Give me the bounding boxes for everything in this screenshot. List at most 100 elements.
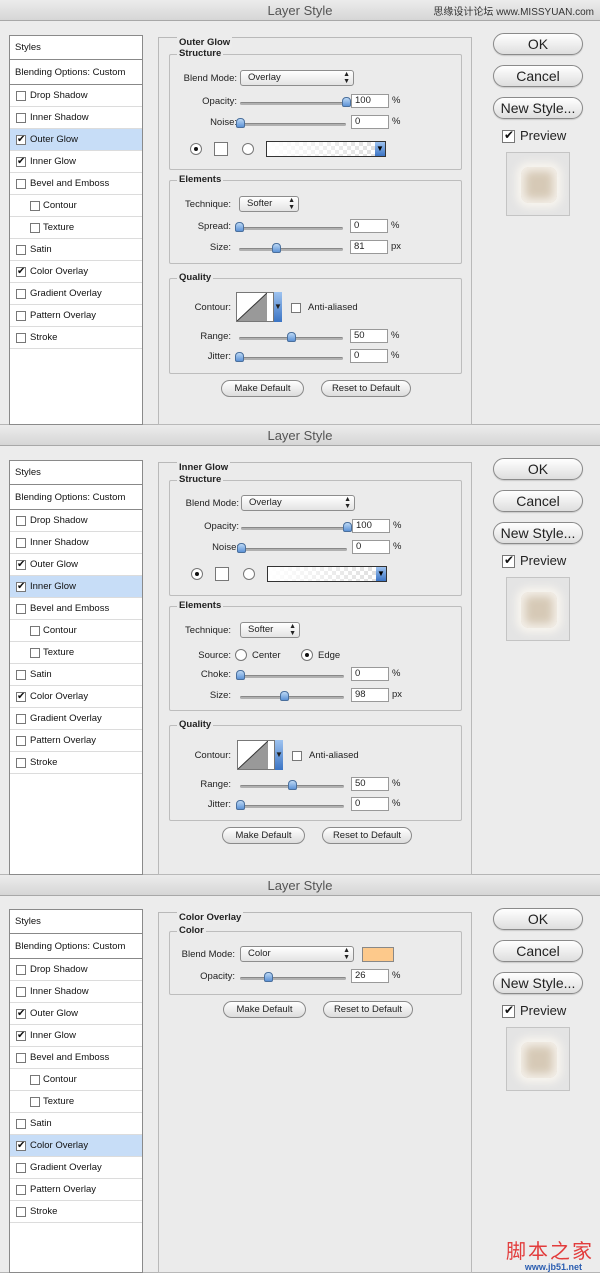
new-style-button[interactable]: New Style... bbox=[493, 972, 583, 994]
source-edge-radio[interactable] bbox=[301, 649, 313, 661]
blend-mode-select[interactable]: Overlay ▲ ▼ bbox=[240, 70, 354, 86]
choke-slider[interactable] bbox=[236, 670, 344, 680]
make-default-button[interactable]: Make Default bbox=[223, 1001, 306, 1018]
slider-knob[interactable] bbox=[236, 670, 245, 680]
sidebar-item-satin[interactable]: Satin bbox=[10, 664, 142, 686]
checkbox-icon[interactable] bbox=[30, 1075, 40, 1085]
source-center-radio[interactable] bbox=[235, 649, 247, 661]
size-slider[interactable] bbox=[240, 691, 344, 701]
slider-knob[interactable] bbox=[235, 222, 244, 232]
solid-color-radio[interactable] bbox=[191, 568, 203, 580]
checkbox-icon[interactable] bbox=[30, 201, 40, 211]
sidebar-blending-options[interactable]: Blending Options: Custom bbox=[10, 60, 142, 85]
opacity-input[interactable]: 100 bbox=[351, 94, 389, 108]
sidebar-item-contour[interactable]: Contour bbox=[10, 620, 142, 642]
checkbox-checked-icon[interactable] bbox=[16, 1009, 26, 1019]
slider-knob[interactable] bbox=[235, 352, 244, 362]
ok-button[interactable]: OK bbox=[493, 33, 583, 55]
cancel-button[interactable]: Cancel bbox=[493, 65, 583, 87]
sidebar-styles-header[interactable]: Styles bbox=[10, 910, 142, 934]
reset-to-default-button[interactable]: Reset to Default bbox=[321, 380, 411, 397]
sidebar-styles-header[interactable]: Styles bbox=[10, 36, 142, 60]
slider-knob[interactable] bbox=[342, 97, 351, 107]
sidebar-item-bevel-emboss[interactable]: Bevel and Emboss bbox=[10, 173, 142, 195]
opacity-slider[interactable] bbox=[240, 972, 346, 982]
sidebar-item-bevel-emboss[interactable]: Bevel and Emboss bbox=[10, 598, 142, 620]
range-input[interactable]: 50 bbox=[350, 329, 388, 343]
jitter-slider[interactable] bbox=[235, 352, 343, 362]
range-input[interactable]: 50 bbox=[351, 777, 389, 791]
sidebar-item-stroke[interactable]: Stroke bbox=[10, 752, 142, 774]
sidebar-item-texture[interactable]: Texture bbox=[10, 1091, 142, 1113]
size-input[interactable]: 81 bbox=[350, 240, 388, 254]
checkbox-checked-icon[interactable] bbox=[16, 157, 26, 167]
sidebar-item-texture[interactable]: Texture bbox=[10, 642, 142, 664]
opacity-slider[interactable] bbox=[240, 97, 351, 107]
contour-curve-icon[interactable] bbox=[237, 740, 275, 770]
sidebar-item-inner-glow[interactable]: Inner Glow bbox=[10, 1025, 142, 1047]
checkbox-icon[interactable] bbox=[16, 965, 26, 975]
sidebar-item-contour[interactable]: Contour bbox=[10, 1069, 142, 1091]
reset-to-default-button[interactable]: Reset to Default bbox=[322, 827, 412, 844]
checkbox-icon[interactable] bbox=[16, 736, 26, 746]
sidebar-item-pattern-overlay[interactable]: Pattern Overlay bbox=[10, 305, 142, 327]
checkbox-icon[interactable] bbox=[30, 223, 40, 233]
checkbox-icon[interactable] bbox=[16, 1119, 26, 1129]
dropdown-arrow-icon[interactable]: ▼ bbox=[375, 142, 385, 156]
ok-button[interactable]: OK bbox=[493, 908, 583, 930]
sidebar-blending-options[interactable]: Blending Options: Custom bbox=[10, 485, 142, 510]
sidebar-item-stroke[interactable]: Stroke bbox=[10, 327, 142, 349]
checkbox-icon[interactable] bbox=[16, 245, 26, 255]
checkbox-icon[interactable] bbox=[16, 1163, 26, 1173]
noise-slider[interactable] bbox=[237, 543, 347, 553]
overlay-color-swatch[interactable] bbox=[362, 947, 394, 962]
sidebar-item-satin[interactable]: Satin bbox=[10, 239, 142, 261]
slider-knob[interactable] bbox=[343, 522, 352, 532]
sidebar-item-color-overlay[interactable]: Color Overlay bbox=[10, 261, 142, 283]
blend-mode-select[interactable]: Overlay ▲ ▼ bbox=[241, 495, 355, 511]
noise-slider[interactable] bbox=[236, 118, 346, 128]
slider-knob[interactable] bbox=[279, 691, 289, 701]
checkbox-icon[interactable] bbox=[16, 113, 26, 123]
slider-knob[interactable] bbox=[237, 543, 246, 553]
slider-knob[interactable] bbox=[272, 243, 282, 253]
sidebar-item-outer-glow[interactable]: Outer Glow bbox=[10, 1003, 142, 1025]
checkbox-icon[interactable] bbox=[16, 289, 26, 299]
reset-to-default-button[interactable]: Reset to Default bbox=[323, 1001, 413, 1018]
sidebar-item-color-overlay[interactable]: Color Overlay bbox=[10, 686, 142, 708]
sidebar-item-gradient-overlay[interactable]: Gradient Overlay bbox=[10, 283, 142, 305]
checkbox-icon[interactable] bbox=[16, 333, 26, 343]
sidebar-item-inner-shadow[interactable]: Inner Shadow bbox=[10, 981, 142, 1003]
sidebar-item-inner-glow[interactable]: Inner Glow bbox=[10, 151, 142, 173]
sidebar-item-outer-glow[interactable]: Outer Glow bbox=[10, 129, 142, 151]
sidebar-item-inner-shadow[interactable]: Inner Shadow bbox=[10, 107, 142, 129]
sidebar-item-satin[interactable]: Satin bbox=[10, 1113, 142, 1135]
blend-mode-select[interactable]: Color ▲ ▼ bbox=[240, 946, 354, 962]
new-style-button[interactable]: New Style... bbox=[493, 97, 583, 119]
slider-knob[interactable] bbox=[287, 332, 296, 342]
sidebar-item-pattern-overlay[interactable]: Pattern Overlay bbox=[10, 730, 142, 752]
checkbox-checked-icon[interactable] bbox=[16, 560, 26, 570]
anti-aliased-checkbox[interactable] bbox=[292, 751, 302, 761]
checkbox-icon[interactable] bbox=[16, 670, 26, 680]
slider-knob[interactable] bbox=[236, 118, 245, 128]
glow-gradient-picker[interactable]: ▼ bbox=[266, 141, 386, 157]
sidebar-item-stroke[interactable]: Stroke bbox=[10, 1201, 142, 1223]
checkbox-icon[interactable] bbox=[30, 648, 40, 658]
sidebar-item-bevel-emboss[interactable]: Bevel and Emboss bbox=[10, 1047, 142, 1069]
size-input[interactable]: 98 bbox=[351, 688, 389, 702]
checkbox-icon[interactable] bbox=[16, 516, 26, 526]
checkbox-checked-icon[interactable] bbox=[16, 692, 26, 702]
preview-checkbox[interactable] bbox=[502, 1003, 515, 1018]
checkbox-checked-icon[interactable] bbox=[16, 582, 26, 592]
new-style-button[interactable]: New Style... bbox=[493, 522, 583, 544]
sidebar-item-inner-shadow[interactable]: Inner Shadow bbox=[10, 532, 142, 554]
checkbox-checked-icon[interactable] bbox=[16, 1031, 26, 1041]
gradient-radio[interactable] bbox=[243, 568, 255, 580]
spread-slider[interactable] bbox=[235, 222, 343, 232]
contour-dropdown-icon[interactable]: ▼ bbox=[274, 292, 282, 322]
sidebar-item-outer-glow[interactable]: Outer Glow bbox=[10, 554, 142, 576]
make-default-button[interactable]: Make Default bbox=[221, 380, 304, 397]
jitter-input[interactable]: 0 bbox=[350, 349, 388, 363]
glow-color-swatch[interactable] bbox=[215, 567, 229, 581]
